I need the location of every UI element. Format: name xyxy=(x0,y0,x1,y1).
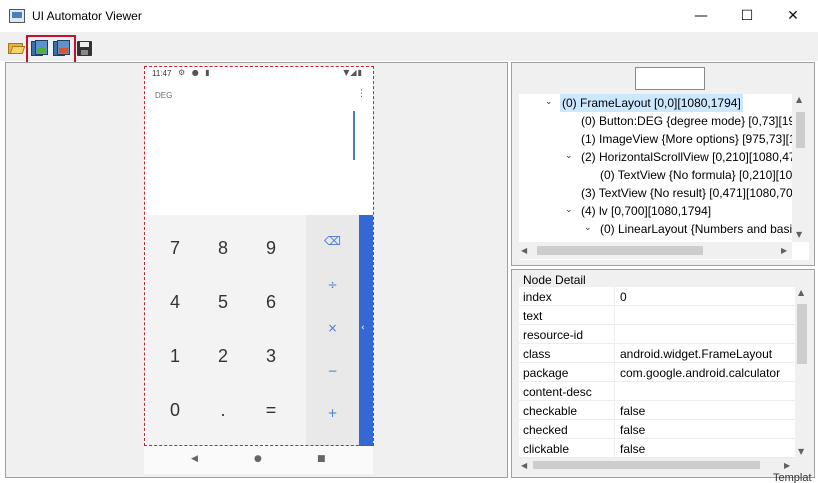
scroll-up-icon[interactable]: ▲ xyxy=(798,288,804,297)
background-window-text: Templat xyxy=(773,472,812,483)
expand-chevron-icon[interactable]: ⌄ xyxy=(565,205,573,215)
minimize-button[interactable]: — xyxy=(678,0,724,32)
nav-home-icon[interactable]: ● xyxy=(254,454,262,464)
tree-node[interactable]: (1) ImageView {More options} [975,73][1 xyxy=(581,130,796,148)
nav-recents-icon[interactable]: ■ xyxy=(317,454,326,464)
scroll-right-icon[interactable]: ▶ xyxy=(784,461,790,470)
detail-key: clickable xyxy=(523,442,570,456)
detail-key: index xyxy=(523,290,552,304)
node-detail-table: index 0 text resource-id class android.wid… xyxy=(519,287,795,458)
detail-key: text xyxy=(523,309,543,323)
tree-filter-input[interactable] xyxy=(635,67,705,90)
detail-value: android.widget.FrameLayout xyxy=(620,347,773,361)
expand-chevron-icon[interactable]: ⌄ xyxy=(584,223,592,233)
scroll-down-icon[interactable]: ▼ xyxy=(798,447,804,456)
detail-row[interactable]: content-desc xyxy=(519,382,795,401)
detail-key: checked xyxy=(523,423,568,437)
detail-row[interactable]: class android.widget.FrameLayout xyxy=(519,344,795,363)
open-folder-icon[interactable] xyxy=(8,40,26,56)
detail-key: package xyxy=(523,366,569,380)
scroll-right-icon[interactable]: ▶ xyxy=(781,246,787,255)
tree-hscroll-thumb[interactable] xyxy=(537,246,703,255)
app-icon xyxy=(9,9,25,23)
detail-row[interactable]: package com.google.android.calculator xyxy=(519,363,795,382)
detail-row[interactable]: resource-id xyxy=(519,325,795,344)
detail-key: class xyxy=(523,347,551,361)
detail-row[interactable]: index 0 xyxy=(519,287,795,306)
scroll-left-icon[interactable]: ◀ xyxy=(521,246,527,255)
detail-row[interactable]: checkable false xyxy=(519,401,795,420)
detail-hscroll-thumb[interactable] xyxy=(533,461,760,469)
detail-row[interactable]: checked false xyxy=(519,420,795,439)
detail-vertical-scrollbar[interactable]: ▲ ▼ xyxy=(795,287,809,458)
hierarchy-tree[interactable]: ⌄ (0) FrameLayout [0,0][1080,1794] (0) B… xyxy=(519,94,809,260)
detail-row[interactable]: clickable false xyxy=(519,439,795,458)
detail-value: com.google.android.calculator xyxy=(620,366,781,380)
title-bar: UI Automator Viewer — ☐ ✕ xyxy=(0,0,818,33)
tree-horizontal-scrollbar[interactable]: ◀ ▶ xyxy=(519,242,792,259)
toolbar xyxy=(0,33,818,61)
node-detail-title: Node Detail xyxy=(523,273,586,287)
detail-value: 0 xyxy=(620,290,627,304)
close-button[interactable]: ✕ xyxy=(770,0,816,32)
detail-value: false xyxy=(620,404,646,418)
nav-back-icon[interactable]: ◀ xyxy=(191,454,198,464)
detail-row[interactable]: text xyxy=(519,306,795,325)
detail-key: resource-id xyxy=(523,328,584,342)
detail-vscroll-thumb[interactable] xyxy=(797,304,807,364)
detail-value: false xyxy=(620,423,646,437)
window-title: UI Automator Viewer xyxy=(32,9,142,23)
detail-horizontal-scrollbar[interactable]: ◀ ▶ xyxy=(519,458,795,472)
detail-key: checkable xyxy=(523,404,578,418)
scroll-left-icon[interactable]: ◀ xyxy=(521,461,527,470)
detail-key: content-desc xyxy=(523,385,592,399)
tree-vertical-scrollbar[interactable]: ▲ ▼ xyxy=(792,94,809,242)
expand-chevron-icon[interactable]: ⌄ xyxy=(545,97,553,107)
tree-node[interactable]: (0) TextView {No formula} [0,210][10 xyxy=(600,166,792,184)
detail-value: false xyxy=(620,442,646,456)
maximize-button[interactable]: ☐ xyxy=(724,0,770,32)
tree-node[interactable]: (2) HorizontalScrollView [0,210][1080,47 xyxy=(581,148,796,166)
selected-node-outline xyxy=(144,66,374,446)
tree-node[interactable]: (0) LinearLayout {Numbers and basic xyxy=(600,220,798,238)
tree-node[interactable]: (3) TextView {No result} [0,471][1080,70… xyxy=(581,184,799,202)
tree-vscroll-thumb[interactable] xyxy=(796,112,805,148)
device-nav-bar: ◀ ● ■ xyxy=(144,446,373,474)
tree-node[interactable]: (0) Button:DEG {degree mode} [0,73][194 xyxy=(581,112,802,130)
expand-chevron-icon[interactable]: ⌄ xyxy=(565,151,573,161)
tree-node-selected[interactable]: (0) FrameLayout [0,0][1080,1794] xyxy=(560,94,743,112)
scroll-down-icon[interactable]: ▼ xyxy=(796,230,802,239)
save-icon[interactable] xyxy=(77,40,93,56)
scroll-up-icon[interactable]: ▲ xyxy=(796,95,802,104)
tree-node[interactable]: (4) lv [0,700][1080,1794] xyxy=(581,202,711,220)
